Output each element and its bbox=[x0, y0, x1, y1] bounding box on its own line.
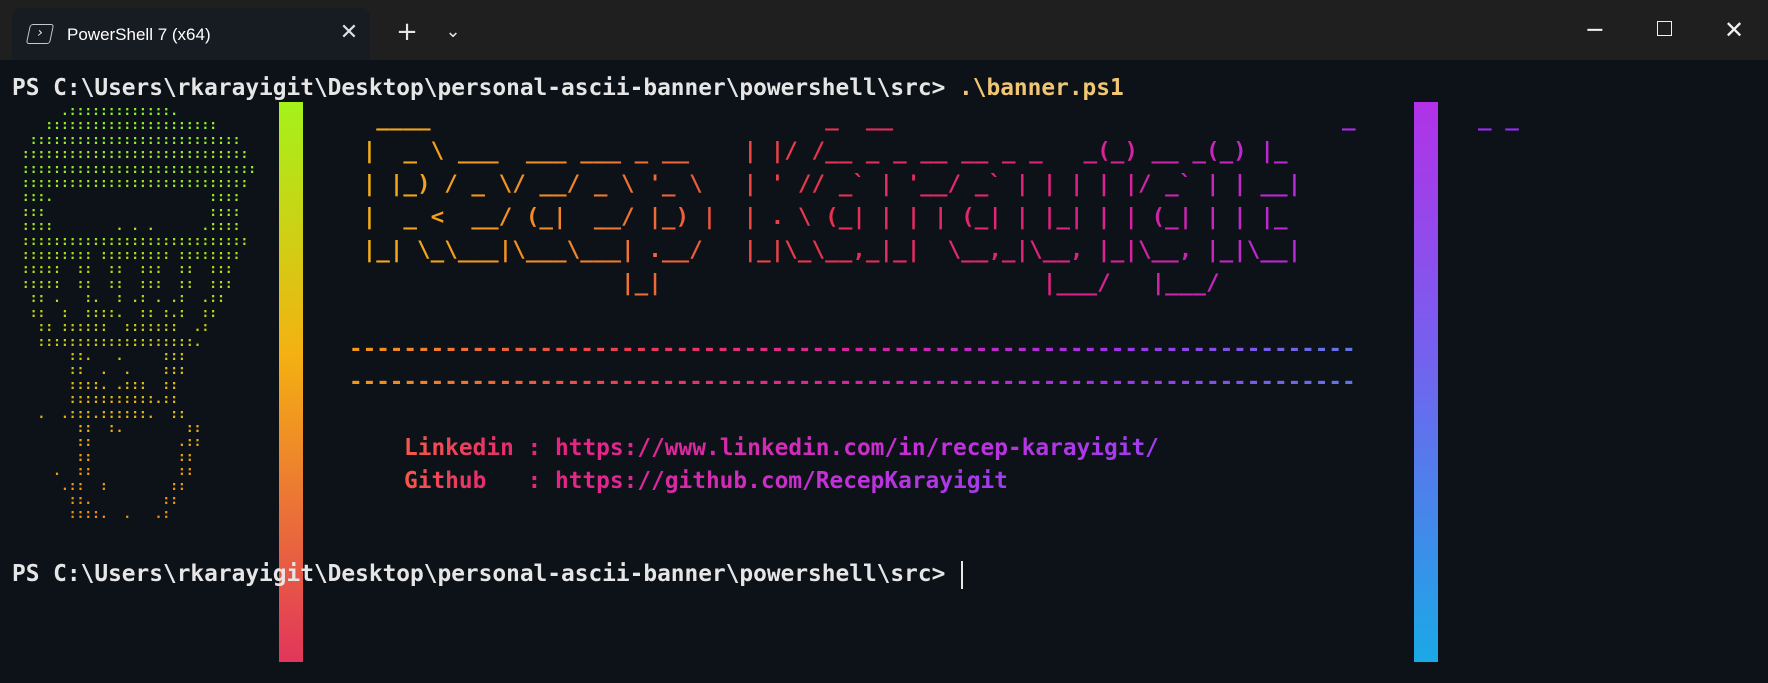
terminal-pane[interactable]: PS C:\Users\rkarayigit\Desktop\personal-… bbox=[0, 60, 1768, 683]
linkedin-row: Linkedin : https://www.linkedin.com/in/r… bbox=[404, 432, 1159, 465]
right-border-bar: || || || || || || || || || || || || || |… bbox=[1414, 102, 1438, 662]
linkedin-link[interactable]: https://www.linkedin.com/in/recep-karayi… bbox=[555, 435, 1159, 461]
name-ascii-art: ____ _ __ _ _ _ | _ \ ___ ___ ___ _ __ |… bbox=[349, 102, 1519, 300]
divider-line: ----------------------------------------… bbox=[349, 366, 1356, 399]
final-prompt-text: PS C:\Users\rkarayigit\Desktop\personal-… bbox=[12, 561, 960, 587]
close-tab-icon[interactable]: ✕ bbox=[336, 20, 362, 46]
title-bar: › PowerShell 7 (x64) ✕ + ⌄ ─ ✕ bbox=[0, 0, 1768, 60]
minimize-button[interactable]: ─ bbox=[1561, 0, 1629, 60]
close-window-button[interactable]: ✕ bbox=[1700, 0, 1768, 60]
chevron-down-icon[interactable]: ⌄ bbox=[435, 14, 471, 50]
portrait-art: .:::::::::::::. :::::::::::::::::::::: :… bbox=[14, 104, 256, 523]
new-tab-button[interactable]: + bbox=[389, 14, 425, 50]
powershell-icon: › bbox=[25, 24, 55, 44]
prompt-text: PS C:\Users\rkarayigit\Desktop\personal-… bbox=[12, 75, 960, 101]
github-row: Github : https://github.com/RecepKarayig… bbox=[404, 465, 1008, 498]
github-separator: : bbox=[486, 468, 555, 494]
tab-title: PowerShell 7 (x64) bbox=[67, 25, 211, 44]
command-line: PS C:\Users\rkarayigit\Desktop\personal-… bbox=[12, 72, 1124, 105]
text-cursor bbox=[961, 560, 964, 589]
github-label: Github bbox=[404, 468, 487, 494]
divider-line: ----------------------------------------… bbox=[349, 333, 1356, 366]
command-text: .\banner.ps1 bbox=[959, 75, 1124, 101]
github-link[interactable]: https://github.com/RecepKarayigit bbox=[555, 468, 1008, 494]
maximize-icon bbox=[1656, 21, 1672, 36]
maximize-button[interactable] bbox=[1630, 0, 1698, 60]
linkedin-separator: : bbox=[513, 435, 555, 461]
tab-powershell[interactable]: › PowerShell 7 (x64) ✕ bbox=[12, 8, 370, 60]
linkedin-label: Linkedin bbox=[404, 435, 514, 461]
final-prompt-line[interactable]: PS C:\Users\rkarayigit\Desktop\personal-… bbox=[12, 558, 964, 591]
